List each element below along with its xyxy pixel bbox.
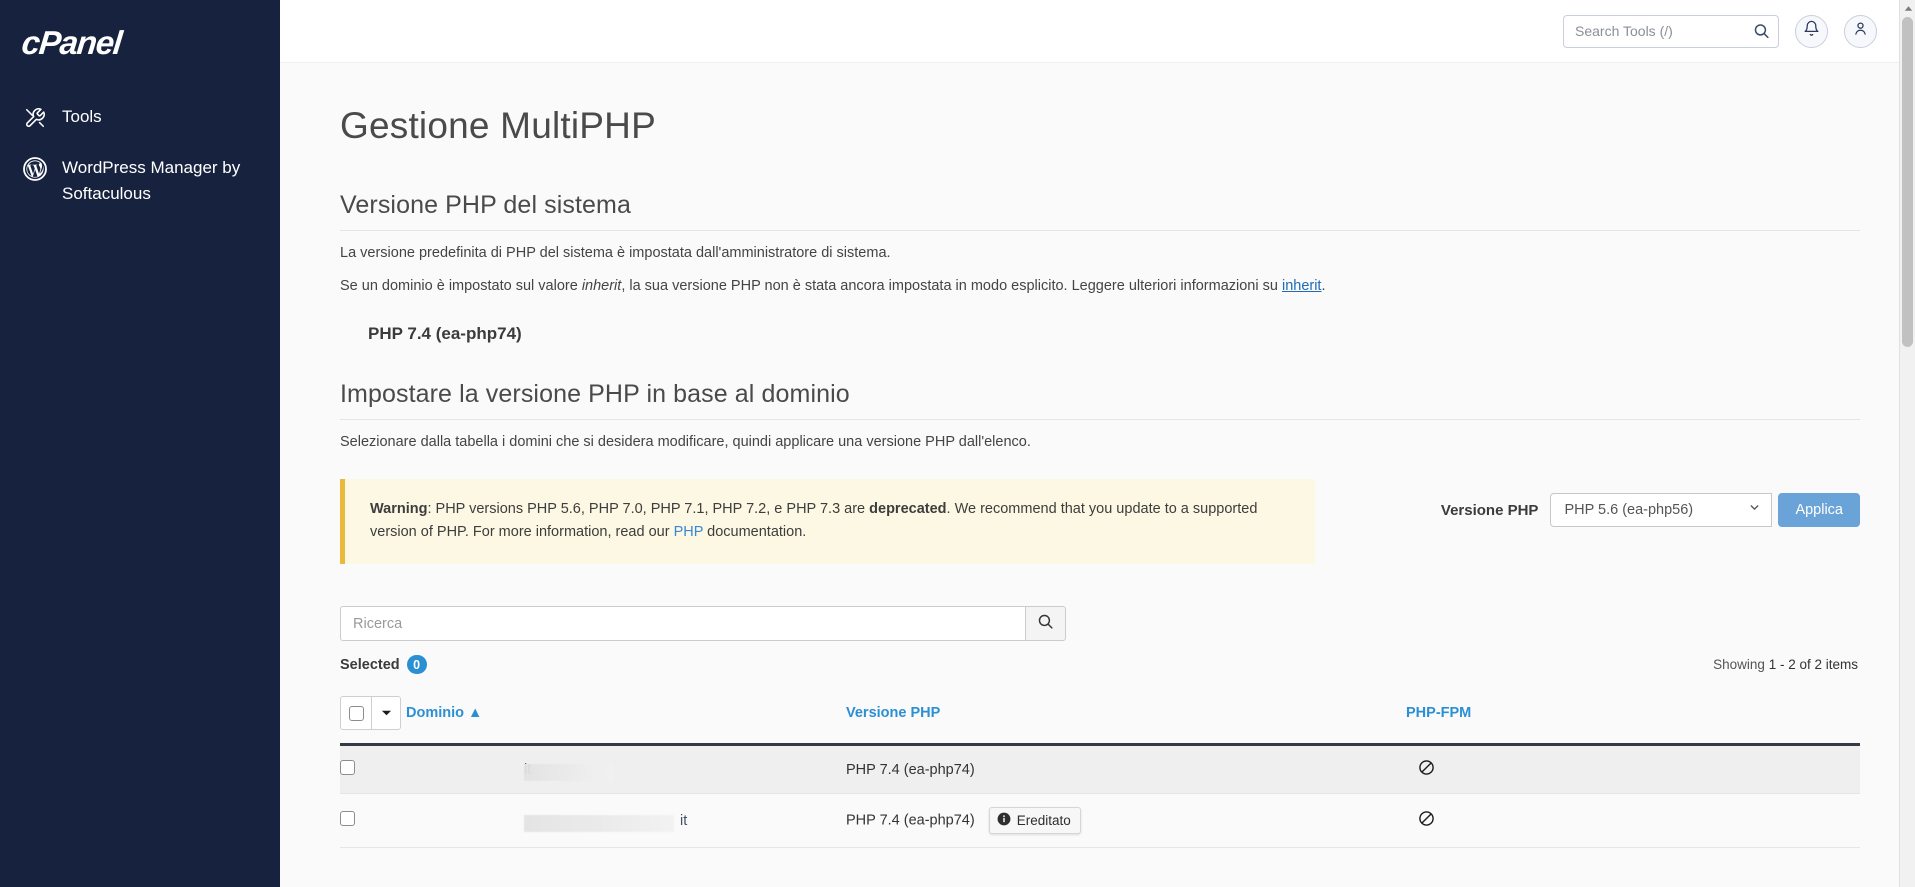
column-header-php-version[interactable]: Versione PHP <box>846 686 1406 747</box>
php-version-select-label: Versione PHP <box>1440 501 1539 519</box>
row-domain-cell: it <box>406 793 846 849</box>
row-php-fpm-cell <box>1406 744 1860 795</box>
system-php-version-value: PHP 7.4 (ea-php74) <box>368 324 522 344</box>
sidebar-item-label-wordpress-manager: WordPress Manager by Softaculous <box>62 158 241 203</box>
row-php-version-cell: PHP 7.4 (ea-php74) Ereditato <box>846 793 1406 849</box>
selected-indicator: Selected 0 <box>340 655 427 675</box>
info-icon <box>997 812 1011 829</box>
table-row: it PHP 7.4 (ea-php74) <box>340 744 1860 795</box>
caret-down-icon <box>381 705 392 721</box>
inherit-link[interactable]: inherit <box>1282 278 1322 294</box>
row-php-fpm-cell <box>1406 793 1860 849</box>
warning-label: Warning <box>370 501 428 518</box>
warning-and-apply-row: Warning: PHP versions PHP 5.6, PHP 7.0, … <box>340 479 1860 565</box>
select-all-group <box>340 696 401 731</box>
sidebar: cPanel Tools WordPress Manager by Softac… <box>0 0 280 887</box>
inherit-keyword: inherit <box>581 278 622 295</box>
sidebar-nav: Tools WordPress Manager by Softaculous <box>0 78 280 218</box>
domain-section-description: Selezionare dalla tabella i domini che s… <box>340 434 1031 451</box>
ban-icon <box>1418 810 1435 831</box>
domain-name-redacted: it <box>524 762 612 781</box>
php-docs-link[interactable]: PHP <box>674 524 704 540</box>
sidebar-brand[interactable]: cPanel <box>0 0 280 78</box>
php-version-select[interactable]: PHP 5.6 (ea-php56) <box>1550 493 1773 528</box>
inherited-tooltip: Ereditato <box>988 807 1081 835</box>
table-meta-row: Selected 0 Showing 1 - 2 of 2 items <box>340 655 1860 675</box>
php-version-select-wrap: PHP 5.6 (ea-php56) <box>1550 493 1773 528</box>
search-input[interactable] <box>1563 14 1779 48</box>
selected-count-badge: 0 <box>406 655 427 675</box>
cpanel-logo: cPanel <box>20 24 124 61</box>
apply-button[interactable]: Applica <box>1778 493 1860 528</box>
warning-text-4: documentation. <box>703 523 807 540</box>
sidebar-item-label-tools: Tools <box>62 107 102 126</box>
section-title-system-php: Versione PHP del sistema <box>340 191 1860 231</box>
table-body: it PHP 7.4 (ea-php74) <box>340 744 1860 849</box>
warning-bold-deprecated: deprecated <box>869 501 947 518</box>
row-checkbox[interactable] <box>340 760 355 776</box>
domain-search-input[interactable] <box>340 606 1025 642</box>
search-icon[interactable] <box>1753 23 1770 40</box>
domains-table: Dominio ▲ Versione PHP PHP-FPM PHP 7.4 (… <box>340 686 1860 849</box>
sort-ascending-icon: ▲ <box>468 705 483 722</box>
search-icon <box>1037 613 1054 635</box>
page-content: Gestione MultiPHP Versione PHP del siste… <box>280 63 1915 849</box>
app-root: cPanel Tools WordPress Manager by Softac… <box>0 0 1915 887</box>
column-label-domain: Dominio <box>406 705 464 722</box>
sidebar-item-tools[interactable]: Tools <box>0 92 280 143</box>
row-checkbox[interactable] <box>340 811 355 827</box>
system-php-paragraph-1: La versione predefinita di PHP del siste… <box>340 245 891 261</box>
inherit-text-middle: , la sua versione PHP non è stata ancora… <box>621 278 1282 295</box>
scrollbar-up-arrow[interactable] <box>1900 0 1915 17</box>
page-title: Gestione MultiPHP <box>340 105 656 146</box>
select-all-header <box>340 686 406 747</box>
inherit-text-before: Se un dominio è impostato sul valore <box>340 278 582 295</box>
showing-prefix: Showing <box>1713 657 1765 673</box>
warning-text-1: : PHP versions PHP 5.6, PHP 7.0, PHP 7.1… <box>427 501 870 518</box>
tools-icon <box>22 105 48 131</box>
inherit-text-after: . <box>1321 278 1326 295</box>
inherited-label: Ereditato <box>1016 813 1071 829</box>
bell-icon <box>1803 20 1820 42</box>
showing-items-text: Showing 1 - 2 of 2 items <box>1713 657 1858 672</box>
wordpress-icon <box>22 156 48 182</box>
page-scrollbar[interactable] <box>1899 0 1915 887</box>
account-button[interactable] <box>1844 14 1877 48</box>
topbar <box>280 0 1915 63</box>
select-all-dropdown[interactable] <box>372 697 400 729</box>
select-all-checkbox[interactable] <box>341 697 372 730</box>
row-domain-cell: it <box>406 744 846 795</box>
section-title-domain-php: Impostare la versione PHP in base al dom… <box>340 380 1860 421</box>
column-label-php-fpm: PHP-FPM <box>1406 705 1472 722</box>
table-row: it PHP 7.4 (ea-php74) <box>340 793 1860 849</box>
column-header-domain[interactable]: Dominio ▲ <box>406 686 846 747</box>
scrollbar-thumb[interactable] <box>1902 17 1913 347</box>
domain-filter <box>340 606 1066 642</box>
notifications-button[interactable] <box>1795 14 1828 48</box>
domain-search-button[interactable] <box>1025 606 1066 642</box>
column-header-php-fpm[interactable]: PHP-FPM <box>1406 686 1860 747</box>
main-area: Gestione MultiPHP Versione PHP del siste… <box>280 0 1915 887</box>
system-php-paragraph-2: Se un dominio è impostato sul valore inh… <box>340 276 1860 297</box>
global-search <box>1563 14 1779 48</box>
redaction-overlay <box>524 814 674 832</box>
domain-name-redacted: it <box>524 813 687 832</box>
redaction-overlay <box>524 763 612 781</box>
column-label-php-version: Versione PHP <box>846 705 941 722</box>
apply-controls: Versione PHP PHP 5.6 (ea-php56) Applica <box>1335 479 1860 528</box>
deprecation-warning: Warning: PHP versions PHP 5.6, PHP 7.0, … <box>340 479 1315 565</box>
row-select-cell <box>340 793 406 849</box>
sidebar-item-wordpress-manager[interactable]: WordPress Manager by Softaculous <box>0 143 280 218</box>
row-php-version-value: PHP 7.4 (ea-php74) <box>846 761 975 778</box>
row-select-cell <box>340 744 406 795</box>
ban-icon <box>1418 759 1435 780</box>
checkbox-box <box>348 705 364 721</box>
user-icon <box>1852 20 1869 42</box>
table-header-row: Dominio ▲ Versione PHP PHP-FPM <box>340 686 1860 747</box>
row-php-version-cell: PHP 7.4 (ea-php74) <box>846 744 1406 795</box>
selected-label-text: Selected <box>340 656 400 673</box>
showing-range: 1 - 2 of 2 items <box>1768 657 1858 673</box>
row-php-version-value: PHP 7.4 (ea-php74) <box>846 812 975 829</box>
